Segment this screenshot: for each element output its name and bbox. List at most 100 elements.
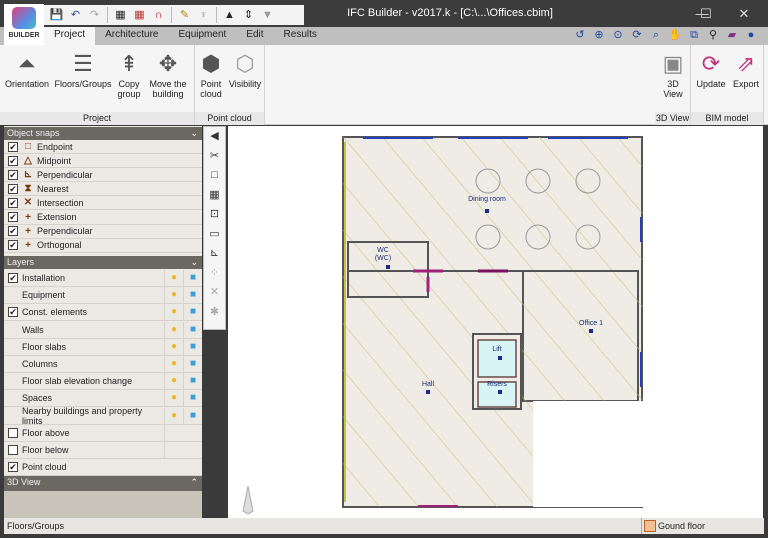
save-icon[interactable]: 💾 bbox=[48, 7, 65, 24]
dxf-templates-icon[interactable]: ▦ bbox=[131, 7, 148, 24]
bulb-icon[interactable]: ● bbox=[164, 407, 183, 424]
trim-icon[interactable]: ✕ bbox=[204, 283, 225, 303]
checkbox[interactable]: ✔ bbox=[8, 240, 18, 251]
layer-item[interactable]: Floor slabs ● ■ bbox=[4, 338, 202, 356]
drawing-canvas[interactable]: Dining room WC (WC) Office 1 Lift Risers… bbox=[228, 126, 763, 518]
binoculars-icon[interactable]: ⚲ bbox=[706, 28, 720, 42]
bulb-icon[interactable]: ● bbox=[164, 304, 183, 321]
cut-icon[interactable]: ✱ bbox=[204, 303, 225, 323]
brush-icon[interactable]: ♆ bbox=[195, 7, 212, 24]
dxf-dwg-icon[interactable]: ▦ bbox=[112, 7, 129, 24]
tab-edit[interactable]: Edit bbox=[236, 27, 273, 45]
tab-equipment[interactable]: Equipment bbox=[168, 27, 236, 45]
zoom-window-icon[interactable]: ⌕ bbox=[649, 28, 663, 42]
checkbox[interactable]: ✔ bbox=[8, 141, 18, 152]
redraw-icon[interactable]: ⟳ bbox=[630, 28, 644, 42]
tab-project[interactable]: Project bbox=[44, 27, 96, 45]
layer-item[interactable]: Floor above bbox=[4, 424, 202, 442]
checkbox[interactable] bbox=[8, 427, 18, 438]
tab-architecture[interactable]: Architecture bbox=[95, 27, 168, 45]
bulb-icon[interactable]: ● bbox=[164, 338, 183, 355]
checkbox[interactable]: ✔ bbox=[8, 307, 18, 318]
visibility-button[interactable]: ⬡ Visibility bbox=[227, 49, 263, 89]
bulb-icon[interactable]: ● bbox=[164, 390, 183, 407]
collapse-left-icon[interactable]: ◀ bbox=[204, 127, 225, 147]
up-icon[interactable]: ▲ bbox=[221, 7, 238, 24]
rectangle-icon[interactable]: □ bbox=[204, 166, 225, 186]
zoom-previous-icon[interactable]: ↺ bbox=[573, 28, 587, 42]
cube-icon[interactable]: ■ bbox=[183, 373, 202, 390]
3d-view-button[interactable]: ▣ 3D View bbox=[657, 49, 689, 99]
grid-icon[interactable]: ▦ bbox=[204, 186, 225, 206]
layer-item[interactable]: Equipment ● ■ bbox=[4, 287, 202, 305]
snap-item[interactable]: ✔ + Orthogonal bbox=[4, 239, 202, 253]
layer-item[interactable]: Columns ● ■ bbox=[4, 356, 202, 373]
layer-item[interactable]: Walls ● ■ bbox=[4, 321, 202, 339]
dropdown-icon[interactable]: ▼ bbox=[259, 7, 276, 24]
checkbox[interactable]: ✔ bbox=[8, 462, 18, 473]
checkbox[interactable]: ✔ bbox=[8, 197, 18, 208]
checkbox[interactable]: ✔ bbox=[8, 212, 18, 222]
layer-item[interactable]: Nearby buildings and property limits ● ■ bbox=[4, 406, 202, 426]
bulb-icon[interactable]: ● bbox=[164, 373, 183, 390]
checkbox[interactable]: ✔ bbox=[8, 226, 18, 237]
snap-center-icon[interactable]: ⊡ bbox=[204, 205, 225, 225]
layers-header[interactable]: Layers ⌄ bbox=[4, 256, 202, 269]
maximize-button[interactable]: ☐ bbox=[694, 5, 718, 23]
checkbox[interactable]: ✔ bbox=[8, 169, 18, 180]
object-snaps-header[interactable]: Object snaps ⌄ bbox=[4, 127, 202, 140]
cube-icon[interactable]: ■ bbox=[183, 287, 202, 304]
expand-icon[interactable]: ⇕ bbox=[240, 7, 257, 24]
cube-icon[interactable]: ■ bbox=[183, 270, 202, 286]
book-icon[interactable]: ▰ bbox=[725, 28, 739, 42]
move-building-button[interactable]: ✥ Move the building bbox=[146, 49, 190, 99]
copy-group-button[interactable]: ⇞ Copy group bbox=[114, 49, 144, 99]
pan-icon[interactable]: ✋ bbox=[668, 28, 682, 42]
undo-icon[interactable]: ↶ bbox=[67, 7, 84, 24]
layer-item[interactable]: ✔ Const. elements ● ■ bbox=[4, 304, 202, 322]
bulb-icon[interactable]: ● bbox=[164, 321, 183, 338]
layer-item[interactable]: ✔ Installation ● ■ bbox=[4, 270, 202, 287]
update-button[interactable]: ⟳ Update bbox=[693, 49, 729, 89]
window-icon[interactable]: ⧉ bbox=[687, 28, 701, 42]
point-cloud-button[interactable]: ⬢ Point cloud bbox=[197, 49, 225, 99]
globe-icon[interactable]: ● bbox=[744, 28, 758, 42]
bulb-icon[interactable]: ● bbox=[164, 356, 183, 372]
cube-icon[interactable]: ■ bbox=[183, 321, 202, 338]
bulb-icon[interactable]: ● bbox=[164, 270, 183, 286]
app-logo[interactable]: BUILDER bbox=[4, 4, 44, 46]
snap-item[interactable]: ✔ + Perpendicular bbox=[4, 225, 202, 239]
cube-icon[interactable]: ■ bbox=[183, 390, 202, 407]
close-button[interactable]: ✕ bbox=[732, 5, 756, 23]
3d-view-header[interactable]: 3D View ⌃ bbox=[4, 476, 202, 491]
export-button[interactable]: ⇗ Export bbox=[729, 49, 763, 89]
cube-icon[interactable]: ■ bbox=[183, 407, 202, 424]
checkbox[interactable]: ✔ bbox=[8, 183, 18, 194]
checkbox[interactable]: ✔ bbox=[8, 273, 18, 283]
angle-icon[interactable]: ⊾ bbox=[204, 244, 225, 264]
cube-icon[interactable]: ■ bbox=[183, 304, 202, 321]
bulb-icon[interactable]: ● bbox=[164, 287, 183, 304]
snap-item[interactable]: ✔ △ Midpoint bbox=[4, 154, 202, 169]
zoom-all-icon[interactable]: ⊕ bbox=[592, 28, 606, 42]
layer-item[interactable]: Floor below bbox=[4, 442, 202, 459]
snap-item[interactable]: ✔ + Extension bbox=[4, 211, 202, 225]
cube-icon[interactable]: ■ bbox=[183, 356, 202, 372]
magnet-icon[interactable]: ∩ bbox=[150, 7, 167, 24]
paint-icon[interactable]: ✎ bbox=[176, 7, 193, 24]
cube-icon[interactable]: ■ bbox=[183, 338, 202, 355]
checkbox[interactable]: ✔ bbox=[8, 155, 18, 166]
zoom-x2-icon[interactable]: ⊙ bbox=[611, 28, 625, 42]
measure-icon[interactable]: ▭ bbox=[204, 225, 225, 245]
layer-item[interactable]: ✔ Point cloud bbox=[4, 459, 202, 477]
current-floor[interactable]: Gound floor bbox=[641, 518, 764, 534]
snap-item[interactable]: ✔ ✕ Intersection bbox=[4, 196, 202, 211]
snap-item[interactable]: ✔ ⧗ Nearest bbox=[4, 182, 202, 197]
orientation-button[interactable]: ⏶ Orientation bbox=[2, 49, 52, 89]
tab-results[interactable]: Results bbox=[274, 27, 327, 45]
checkbox[interactable] bbox=[8, 445, 18, 455]
layer-item[interactable]: Floor slab elevation change ● ■ bbox=[4, 373, 202, 391]
snap-item[interactable]: ✔ □ Endpoint bbox=[4, 140, 202, 154]
snap-grid-icon[interactable]: ⁘ bbox=[204, 264, 225, 284]
redo-icon[interactable]: ↷ bbox=[86, 7, 103, 24]
